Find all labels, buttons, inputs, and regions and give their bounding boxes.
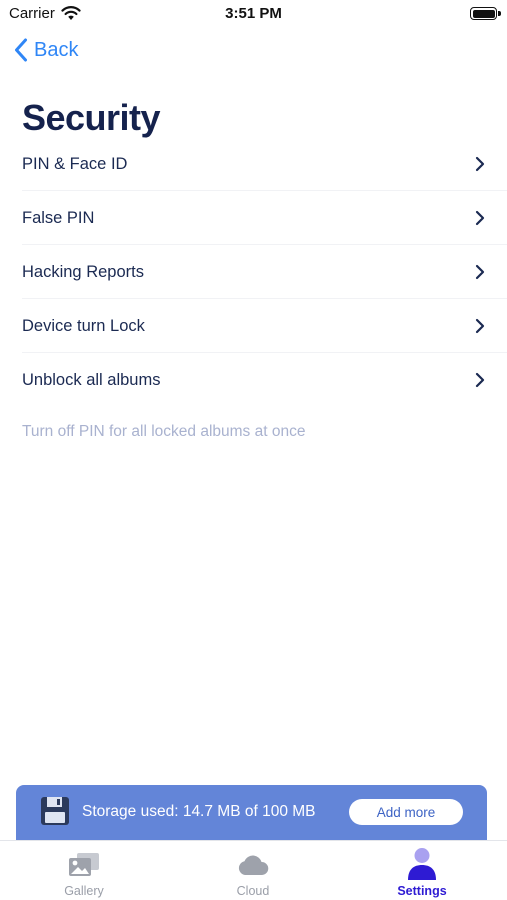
tab-label: Settings <box>397 884 447 898</box>
chevron-right-icon <box>475 372 485 388</box>
tab-label: Gallery <box>64 884 104 898</box>
menu-item-label: PIN & Face ID <box>22 154 128 173</box>
tab-gallery[interactable]: Gallery <box>34 841 134 900</box>
battery-icon <box>470 7 497 20</box>
clock: 3:51 PM <box>225 5 282 22</box>
status-bar: Carrier 3:51 PM <box>0 0 507 28</box>
tab-cloud[interactable]: Cloud <box>203 841 303 900</box>
menu-item-label: Hacking Reports <box>22 262 144 281</box>
user-icon <box>408 848 436 880</box>
tab-label: Cloud <box>236 884 270 898</box>
menu-item-label: Device turn Lock <box>22 316 145 335</box>
menu-item-hacking-reports[interactable]: Hacking Reports <box>0 245 507 299</box>
chevron-right-icon <box>475 318 485 334</box>
menu-item-false-pin[interactable]: False PIN <box>0 191 507 245</box>
floppy-disk-icon <box>41 797 69 825</box>
battery-cap <box>498 11 501 16</box>
chevron-right-icon <box>475 156 485 172</box>
add-more-button[interactable]: Add more <box>349 799 463 825</box>
chevron-right-icon <box>475 264 485 280</box>
menu-item-unblock-all-albums[interactable]: Unblock all albums <box>0 353 507 407</box>
tab-bar: Gallery Cloud Settings <box>0 840 507 900</box>
chevron-right-icon <box>475 210 485 226</box>
security-menu: PIN & Face ID False PIN Hacking Reports … <box>0 137 507 407</box>
gallery-icon <box>69 853 99 876</box>
storage-used-text: Storage used: 14.7 MB of 100 MB <box>82 803 316 820</box>
page-title: Security <box>22 97 161 138</box>
menu-item-label: False PIN <box>22 208 95 227</box>
menu-item-label: Unblock all albums <box>22 370 161 389</box>
back-label: Back <box>34 38 79 61</box>
unblock-hint-text: Turn off PIN for all locked albums at on… <box>22 423 306 440</box>
back-button[interactable]: Back <box>14 38 78 62</box>
chevron-left-icon <box>15 38 27 62</box>
storage-banner: Storage used: 14.7 MB of 100 MB Add more <box>16 785 487 847</box>
tab-settings[interactable]: Settings <box>372 841 472 900</box>
menu-item-pin-face-id[interactable]: PIN & Face ID <box>0 137 507 191</box>
cloud-icon <box>238 855 269 875</box>
menu-item-device-turn-lock[interactable]: Device turn Lock <box>0 299 507 353</box>
